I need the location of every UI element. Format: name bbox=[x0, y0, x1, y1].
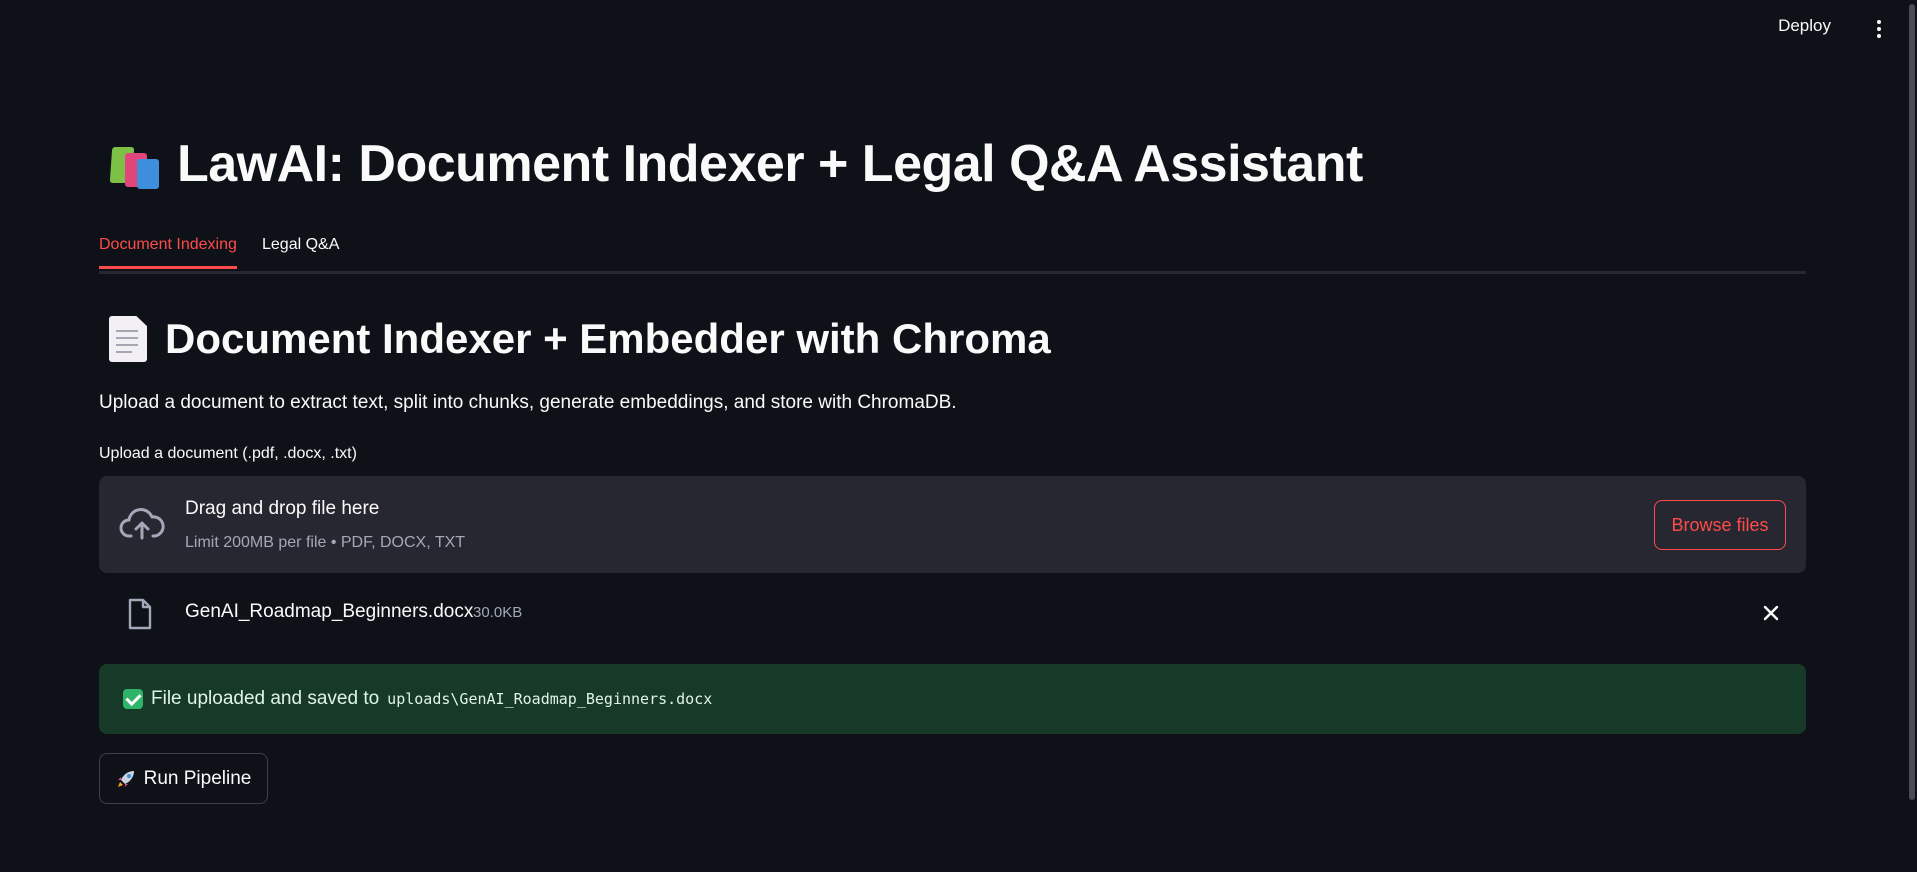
doc-line bbox=[116, 337, 138, 339]
uploaded-file-name: GenAI_Roadmap_Beginners.docx bbox=[185, 601, 474, 622]
section-title-row: Document Indexer + Embedder with Chroma bbox=[109, 315, 1051, 363]
success-message: File uploaded and saved to bbox=[151, 688, 380, 709]
file-dropzone[interactable]: Drag and drop file here Limit 200MB per … bbox=[99, 476, 1806, 573]
document-icon bbox=[109, 316, 147, 362]
doc-line bbox=[116, 344, 138, 346]
main-menu-icon[interactable] bbox=[1869, 16, 1889, 42]
dropzone-title: Drag and drop file here bbox=[185, 498, 380, 519]
deploy-button[interactable]: Deploy bbox=[1778, 16, 1831, 36]
menu-dot bbox=[1877, 27, 1881, 31]
book-shape bbox=[137, 159, 159, 189]
doc-line bbox=[116, 351, 132, 353]
uploaded-file-size: 30.0KB bbox=[473, 604, 523, 621]
app-root: Deploy LawAI: Document Indexer + Legal Q… bbox=[0, 0, 1917, 872]
upload-success-alert: File uploaded and saved to uploads\GenAI… bbox=[99, 664, 1806, 734]
rocket-icon bbox=[117, 770, 134, 787]
saved-file-path: uploads\GenAI_Roadmap_Beginners.docx bbox=[387, 690, 713, 708]
upload-field-label: Upload a document (.pdf, .docx, .txt) bbox=[99, 445, 357, 462]
menu-dot bbox=[1877, 34, 1881, 38]
menu-dot bbox=[1877, 20, 1881, 24]
doc-line bbox=[116, 330, 138, 332]
dropzone-limits: Limit 200MB per file • PDF, DOCX, TXT bbox=[185, 534, 466, 551]
run-pipeline-button[interactable]: Run Pipeline bbox=[99, 753, 268, 804]
file-icon bbox=[128, 598, 152, 630]
run-pipeline-label: Run Pipeline bbox=[143, 767, 252, 789]
page-scrollbar[interactable] bbox=[1907, 0, 1915, 800]
uploaded-file-row: GenAI_Roadmap_Beginners.docx 30.0KB bbox=[99, 592, 1806, 634]
section-title: Document Indexer + Embedder with Chroma bbox=[165, 315, 1051, 362]
page-title-row: LawAI: Document Indexer + Legal Q&A Assi… bbox=[107, 134, 1363, 194]
scrollbar-thumb[interactable] bbox=[1909, 4, 1915, 800]
browse-files-button[interactable]: Browse files bbox=[1654, 500, 1786, 550]
section-description: Upload a document to extract text, split… bbox=[99, 392, 957, 413]
tab-bar: Document Indexing Legal Q&A bbox=[99, 232, 1806, 274]
app-header: Deploy bbox=[0, 0, 1917, 58]
tab-legal-qa[interactable]: Legal Q&A bbox=[262, 236, 339, 254]
page-title: LawAI: Document Indexer + Legal Q&A Assi… bbox=[177, 135, 1363, 193]
check-mark-icon bbox=[123, 689, 143, 709]
books-icon bbox=[107, 139, 163, 189]
remove-file-icon[interactable] bbox=[1760, 602, 1782, 624]
tab-document-indexing[interactable]: Document Indexing bbox=[99, 236, 237, 269]
cloud-upload-icon bbox=[119, 508, 165, 540]
